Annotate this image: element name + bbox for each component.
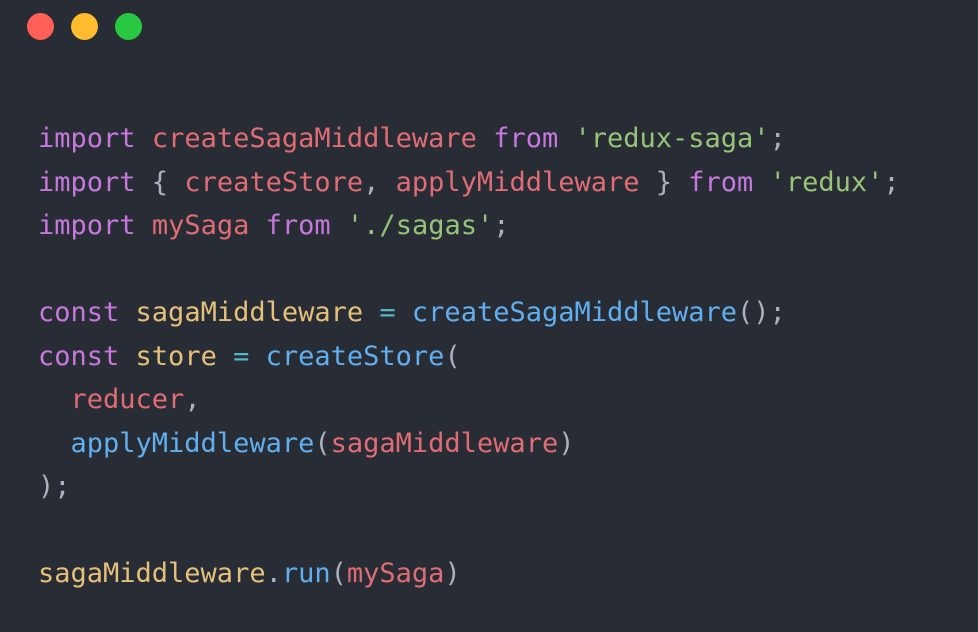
code-token-punct: [249, 341, 265, 372]
code-token-variable: reducer: [70, 384, 185, 415]
code-line: reducer,: [38, 378, 900, 422]
code-token-function: createSagaMiddleware: [411, 297, 738, 328]
code-token-punct: (: [444, 340, 461, 372]
code-token-punct: ;: [493, 210, 510, 241]
maximize-dot-icon[interactable]: [115, 13, 142, 40]
code-token-operator: =: [379, 297, 396, 328]
code-token-punct: ();: [737, 297, 786, 328]
code-token-punct: [249, 210, 265, 241]
code-token-keyword: const: [38, 340, 120, 372]
code-token-variable: applyMiddleware: [395, 166, 640, 198]
code-token-punct: [136, 123, 152, 154]
code-line: const sagaMiddleware = createSagaMiddlew…: [38, 291, 900, 335]
code-line: const store = createStore(: [38, 335, 900, 379]
code-token-const-name: store: [135, 340, 217, 372]
code-token-punct: [558, 123, 574, 154]
code-token-variable: createSagaMiddleware: [151, 123, 477, 154]
code-token-punct: ;: [769, 123, 786, 154]
minimize-dot-icon[interactable]: [71, 13, 98, 40]
code-token-keyword: import: [38, 123, 136, 154]
code-token-punct: ): [444, 558, 461, 589]
code-line: applyMiddleware(sagaMiddleware): [38, 422, 900, 466]
code-token-punct: [119, 341, 135, 372]
code-token-punct: [136, 210, 152, 241]
code-token-string: 'redux': [769, 166, 884, 198]
code-line: import createSagaMiddleware from 'redux-…: [38, 117, 900, 161]
code-block: import createSagaMiddleware from 'redux-…: [38, 117, 900, 596]
code-token-function: applyMiddleware: [70, 427, 315, 459]
code-token-keyword: from: [493, 123, 559, 154]
code-token-punct: [396, 297, 412, 328]
code-token-keyword: const: [38, 297, 120, 328]
code-line: import { createStore, applyMiddleware } …: [38, 161, 900, 205]
code-token-operator: =: [233, 340, 250, 372]
code-token-punct: [477, 123, 493, 154]
code-token-punct: }: [639, 166, 689, 198]
code-token-function: run: [281, 558, 331, 589]
code-token-punct: .: [265, 558, 282, 589]
code-token-const-name: sagaMiddleware: [135, 297, 364, 328]
code-token-variable: mySaga: [346, 558, 445, 589]
code-token-punct: ): [558, 427, 575, 459]
code-token-punct: ,: [363, 166, 396, 198]
code-token-punct: ,: [184, 384, 201, 415]
code-token-punct: (: [330, 558, 347, 589]
code-token-keyword: import: [38, 166, 136, 198]
code-token-punct: [38, 384, 71, 415]
code-token-variable: mySaga: [151, 210, 250, 241]
code-line: import mySaga from './sagas';: [38, 204, 900, 248]
code-token-punct: {: [135, 166, 185, 198]
code-token-punct: (: [314, 427, 331, 459]
code-line: );: [38, 465, 900, 509]
window-controls: [27, 13, 142, 41]
close-dot-icon[interactable]: [27, 13, 54, 40]
code-token-keyword: import: [38, 210, 136, 241]
code-token-punct: [217, 341, 233, 372]
code-token-string: 'redux-saga': [574, 123, 770, 154]
code-token-punct: [753, 167, 769, 198]
code-token-keyword: from: [688, 166, 754, 198]
code-token-punct: [331, 210, 347, 241]
code-token-punct: [38, 428, 71, 459]
code-token-const-name: sagaMiddleware: [38, 558, 266, 589]
code-token-variable: sagaMiddleware: [330, 427, 559, 459]
code-line: sagaMiddleware.run(mySaga): [38, 552, 900, 596]
code-token-keyword: from: [265, 210, 331, 241]
code-token-punct: ;: [883, 166, 900, 198]
code-snippet-window: import createSagaMiddleware from 'redux-…: [0, 0, 978, 632]
code-token-punct: );: [38, 471, 71, 502]
code-token-variable: createStore: [184, 166, 364, 198]
code-token-punct: [119, 297, 135, 328]
code-token-string: './sagas': [346, 210, 494, 241]
code-token-function: createStore: [265, 340, 445, 372]
code-token-punct: [363, 297, 379, 328]
